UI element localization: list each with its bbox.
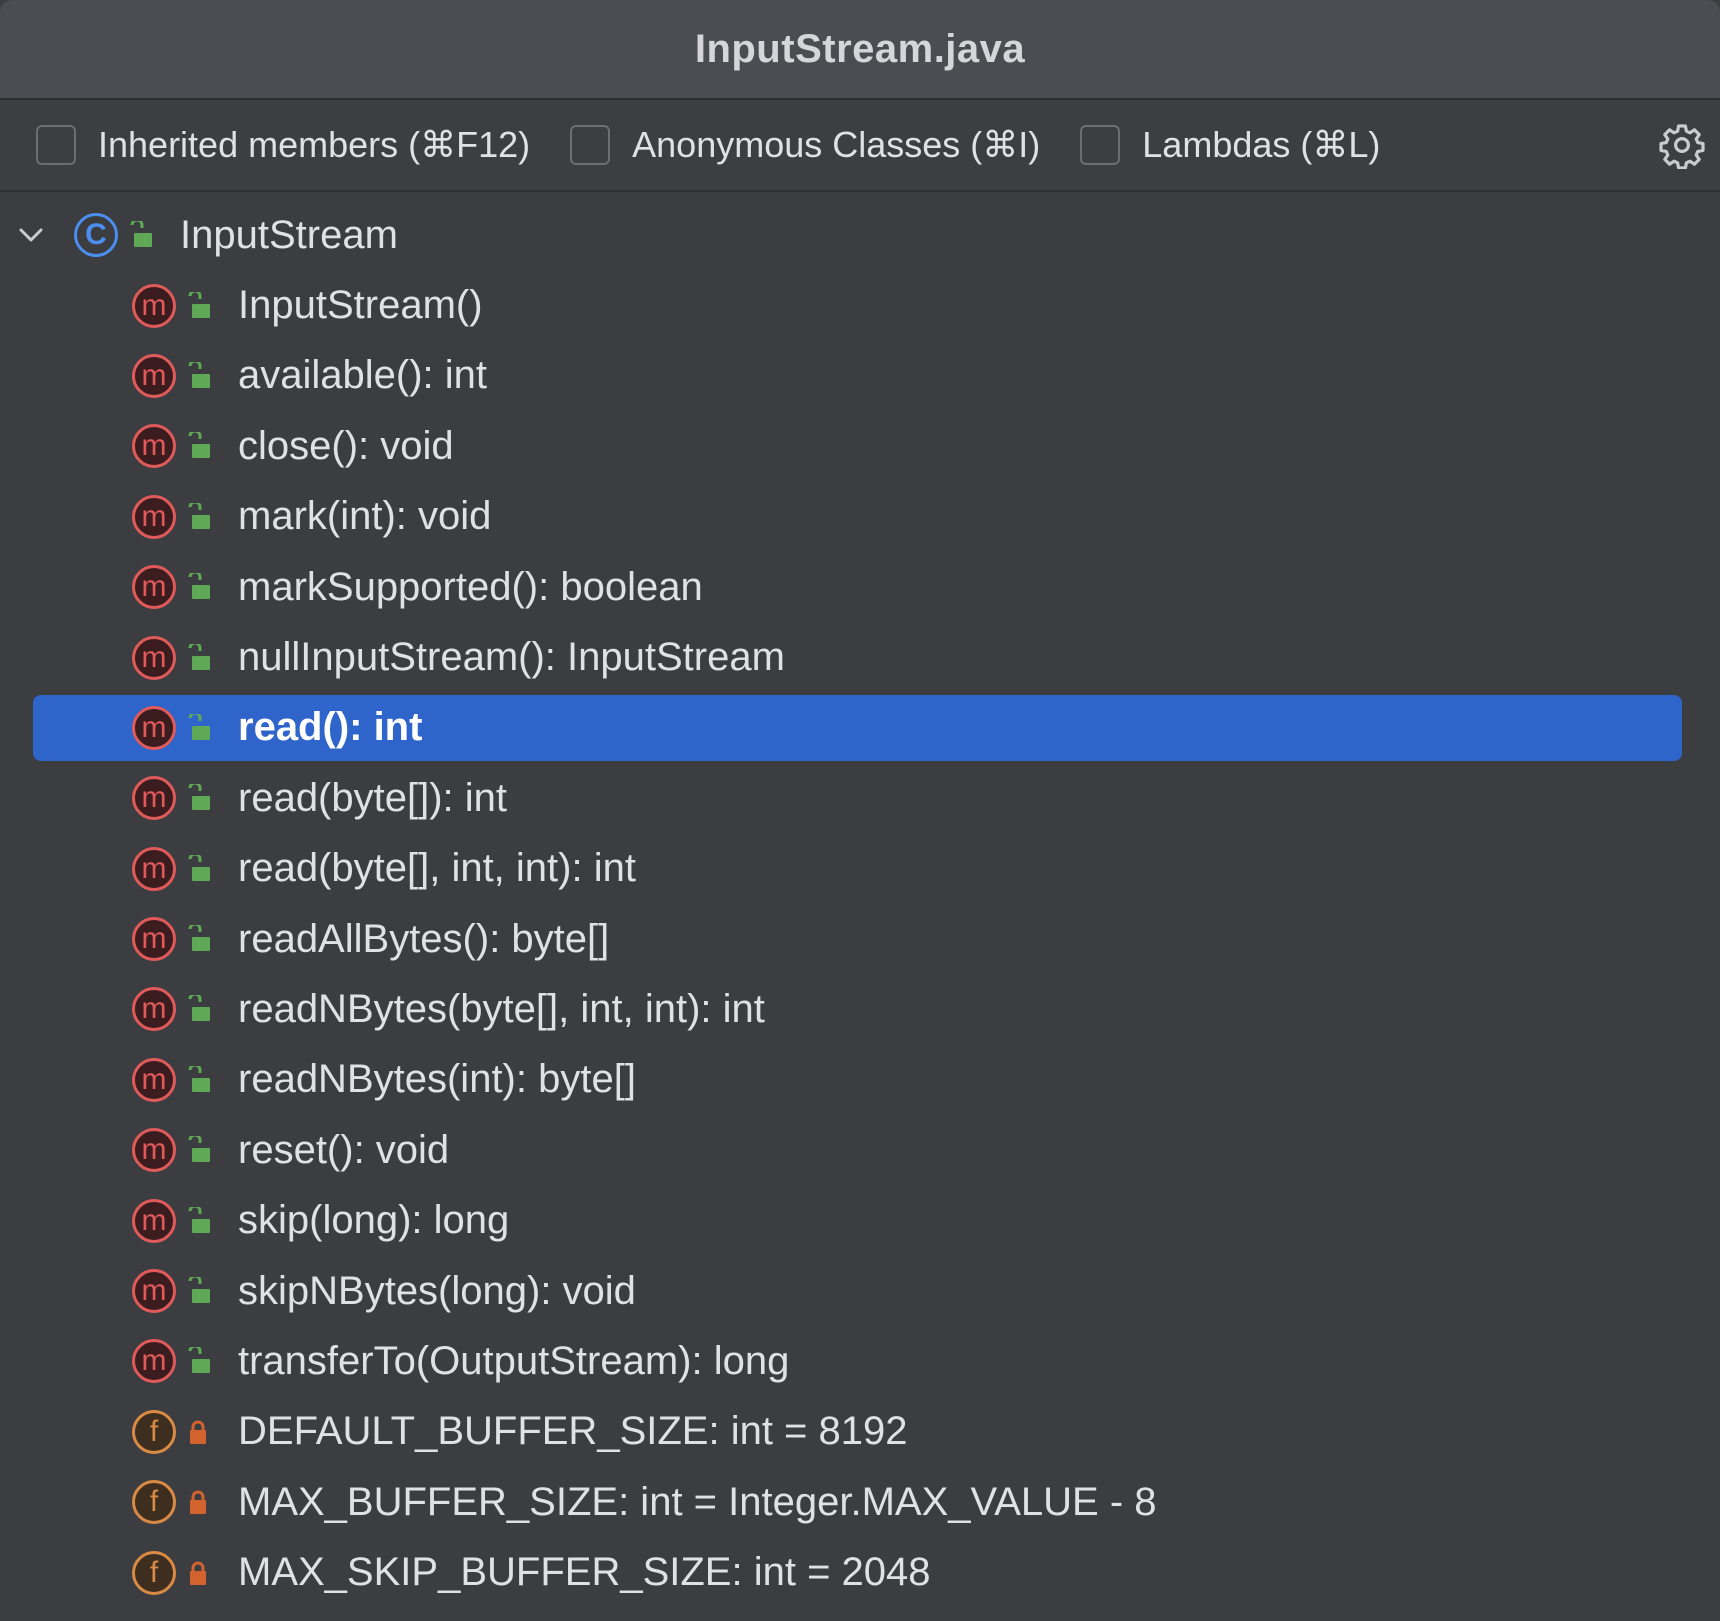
tree-member-row[interactable]: m transferTo(OutputStream): long xyxy=(0,1326,1720,1396)
tree-item-label: MAX_BUFFER_SIZE: int = Integer.MAX_VALUE… xyxy=(238,1479,1157,1524)
public-lock-icon xyxy=(188,1277,210,1304)
chevron-down-icon[interactable] xyxy=(16,220,46,250)
tree-member-row[interactable]: f MAX_SKIP_BUFFER_SIZE: int = 2048 xyxy=(0,1537,1720,1607)
tree-member-row[interactable]: m skip(long): long xyxy=(0,1185,1720,1255)
tree-member-row[interactable]: m available(): int xyxy=(0,341,1720,411)
tree-item-label: MAX_SKIP_BUFFER_SIZE: int = 2048 xyxy=(238,1550,931,1595)
field-icon: f xyxy=(132,1480,176,1525)
lambdas-option[interactable]: Lambdas (⌘L) xyxy=(1080,124,1380,166)
tree-item-label: mark(int): void xyxy=(238,494,492,539)
method-icon: m xyxy=(132,846,176,891)
public-lock-icon xyxy=(188,643,210,670)
gear-icon[interactable] xyxy=(1658,121,1706,169)
method-icon: m xyxy=(132,635,176,680)
title-bar: InputStream.java xyxy=(0,0,1720,100)
tree-item-label: read(): int xyxy=(238,705,423,750)
method-icon: m xyxy=(132,987,176,1032)
private-lock-icon xyxy=(190,1420,206,1444)
private-lock-icon xyxy=(190,1490,206,1515)
method-icon: m xyxy=(132,1128,176,1173)
anonymous-classes-checkbox[interactable] xyxy=(570,125,611,165)
public-lock-icon xyxy=(130,221,152,248)
anonymous-classes-label: Anonymous Classes (⌘I) xyxy=(632,124,1041,165)
tree-root-inputstream[interactable]: C InputStream xyxy=(0,200,1720,270)
anonymous-classes-option[interactable]: Anonymous Classes (⌘I) xyxy=(570,124,1040,166)
public-lock-icon xyxy=(188,573,210,600)
public-lock-icon xyxy=(188,784,210,811)
field-icon: f xyxy=(132,1550,176,1595)
tree-member-row[interactable]: m read(byte[], int, int): int xyxy=(0,834,1720,904)
method-icon: m xyxy=(132,283,176,328)
tree-member-row[interactable]: m reset(): void xyxy=(0,1115,1720,1185)
tree-member-row[interactable]: m readAllBytes(): byte[] xyxy=(0,904,1720,974)
tree-member-row[interactable]: m skipNBytes(long): void xyxy=(0,1256,1720,1326)
tree-member-row-selected[interactable]: m read(): int xyxy=(0,693,1720,763)
inherited-members-checkbox[interactable] xyxy=(36,125,76,165)
method-icon: m xyxy=(132,1057,176,1102)
method-icon: m xyxy=(132,776,176,821)
tree-member-row[interactable]: f DEFAULT_BUFFER_SIZE: int = 8192 xyxy=(0,1397,1720,1467)
tree-member-row[interactable]: m InputStream() xyxy=(0,270,1720,340)
tree-member-row[interactable]: m close(): void xyxy=(0,411,1720,481)
inherited-members-option[interactable]: Inherited members (⌘F12) xyxy=(36,124,530,166)
tree-member-row[interactable]: m nullInputStream(): InputStream xyxy=(0,622,1720,692)
tree-member-row[interactable]: m mark(int): void xyxy=(0,482,1720,552)
class-icon: C xyxy=(74,213,118,258)
public-lock-icon xyxy=(188,361,210,388)
popup-title: InputStream.java xyxy=(694,26,1026,71)
public-lock-icon xyxy=(188,1206,210,1233)
method-icon: m xyxy=(132,424,176,469)
tree-item-label: read(byte[], int, int): int xyxy=(238,846,636,891)
tree-item-label: skip(long): long xyxy=(238,1198,510,1243)
tree-item-label: skipNBytes(long): void xyxy=(238,1268,636,1313)
method-icon: m xyxy=(132,1339,176,1384)
lambdas-label: Lambdas (⌘L) xyxy=(1142,124,1381,165)
tree-item-label: read(byte[]): int xyxy=(238,775,508,820)
tree-member-row[interactable]: m read(byte[]): int xyxy=(0,763,1720,833)
tree-member-row[interactable]: m readNBytes(int): byte[] xyxy=(0,1045,1720,1115)
lambdas-checkbox[interactable] xyxy=(1080,125,1121,165)
structure-tree: C InputStream m InputStream() m availabl… xyxy=(0,192,1720,1608)
method-icon: m xyxy=(132,565,176,610)
public-lock-icon xyxy=(188,854,210,881)
filter-toolbar: Inherited members (⌘F12) Anonymous Class… xyxy=(0,100,1720,192)
public-lock-icon xyxy=(188,291,210,318)
method-icon: m xyxy=(132,353,176,398)
public-lock-icon xyxy=(188,1065,210,1092)
tree-item-label: nullInputStream(): InputStream xyxy=(238,635,785,680)
tree-member-row[interactable]: f MAX_BUFFER_SIZE: int = Integer.MAX_VAL… xyxy=(0,1467,1720,1537)
tree-item-label: readNBytes(int): byte[] xyxy=(238,1057,636,1102)
field-icon: f xyxy=(132,1409,176,1454)
method-icon: m xyxy=(132,494,176,539)
tree-item-label: markSupported(): boolean xyxy=(238,564,703,609)
structure-popup: InputStream.java Inherited members (⌘F12… xyxy=(0,0,1720,1621)
public-lock-icon xyxy=(188,502,210,529)
tree-item-label: InputStream() xyxy=(238,283,483,328)
public-lock-icon xyxy=(188,995,210,1022)
tree-item-label: DEFAULT_BUFFER_SIZE: int = 8192 xyxy=(238,1409,908,1454)
tree-member-row[interactable]: m markSupported(): boolean xyxy=(0,552,1720,622)
private-lock-icon xyxy=(190,1561,206,1585)
tree-item-label: reset(): void xyxy=(238,1127,450,1172)
tree-item-label: readNBytes(byte[], int, int): int xyxy=(238,986,765,1031)
tree-item-label: close(): void xyxy=(238,423,454,468)
method-icon: m xyxy=(132,1198,176,1243)
public-lock-icon xyxy=(188,925,210,952)
tree-item-label: InputStream xyxy=(180,212,398,257)
public-lock-icon xyxy=(188,1136,210,1163)
method-icon: m xyxy=(132,1269,176,1314)
public-lock-icon xyxy=(188,1347,210,1374)
tree-item-label: transferTo(OutputStream): long xyxy=(238,1338,790,1383)
tree-item-label: available(): int xyxy=(238,353,488,398)
inherited-members-label: Inherited members (⌘F12) xyxy=(98,124,531,165)
public-lock-icon xyxy=(188,713,210,740)
tree-member-row[interactable]: m readNBytes(byte[], int, int): int xyxy=(0,974,1720,1044)
method-icon: m xyxy=(132,917,176,962)
public-lock-icon xyxy=(188,432,210,459)
method-icon: m xyxy=(132,705,176,750)
tree-item-label: readAllBytes(): byte[] xyxy=(238,916,610,961)
